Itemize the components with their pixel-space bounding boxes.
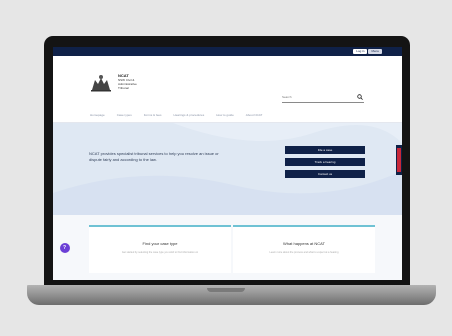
desktop-background: Log in Menu NCAT NSW Civil & Administrat…	[0, 0, 452, 336]
card-subtitle: Learn more about the process and what to…	[269, 251, 339, 254]
laptop-screen: Log in Menu NCAT NSW Civil & Administrat…	[53, 47, 402, 280]
hero-intro-text: NCAT provides specialist tribunal servic…	[89, 151, 219, 162]
quick-links-section: Find your case type Get started by selec…	[53, 215, 402, 280]
chat-button[interactable]: ?	[60, 243, 70, 253]
main-navigation: Homepage Case types Forms & fees Hearing…	[53, 110, 402, 123]
site-header: NCAT NSW Civil & Administrative Tribunal…	[53, 56, 402, 111]
search-input[interactable]: Search	[282, 93, 364, 103]
nav-item-4[interactable]: Hearings & procedures	[174, 113, 205, 118]
utility-links: Log in Menu	[353, 49, 382, 54]
case-type-card[interactable]: Find your case type Get started by selec…	[89, 225, 231, 273]
card-title: What happens at NCAT	[283, 241, 325, 246]
search-placeholder: Search	[282, 95, 292, 99]
what-happens-card[interactable]: What happens at NCAT Learn more about th…	[233, 225, 375, 273]
track-hearing-button[interactable]: Track a hearing	[285, 158, 365, 166]
utility-bar: Log in Menu	[53, 47, 402, 56]
chat-icon: ?	[63, 245, 67, 251]
coat-of-arms-icon[interactable]	[89, 74, 113, 92]
side-tab-accent	[397, 148, 401, 172]
card-subtitle: Get started by selecting the case type y…	[121, 251, 199, 254]
site-logo-text: NCAT NSW Civil & Administrative Tribunal	[118, 73, 168, 90]
nav-item-1[interactable]: Homepage	[90, 113, 105, 118]
side-feedback-tab[interactable]	[396, 145, 402, 175]
nav-item-2[interactable]: Case types	[117, 113, 132, 118]
card-title: Find your case type	[142, 241, 178, 246]
nav-item-3[interactable]: Forms & fees	[144, 113, 162, 118]
login-button[interactable]: Log in	[353, 49, 368, 54]
laptop-notch	[207, 288, 245, 292]
nav-items: Homepage Case types Forms & fees Hearing…	[90, 113, 262, 118]
menu-button[interactable]: Menu	[368, 49, 382, 54]
nav-item-5[interactable]: How to guide	[216, 113, 234, 118]
logo-line-4: Tribunal	[118, 86, 129, 90]
contact-button[interactable]: Contact us	[285, 170, 365, 178]
hero-actions: File a case Track a hearing Contact us	[285, 146, 365, 178]
search-icon[interactable]	[357, 94, 363, 100]
hero-banner: NCAT provides specialist tribunal servic…	[53, 123, 402, 215]
nav-item-6[interactable]: About NCAT	[246, 113, 263, 118]
file-case-button[interactable]: File a case	[285, 146, 365, 154]
